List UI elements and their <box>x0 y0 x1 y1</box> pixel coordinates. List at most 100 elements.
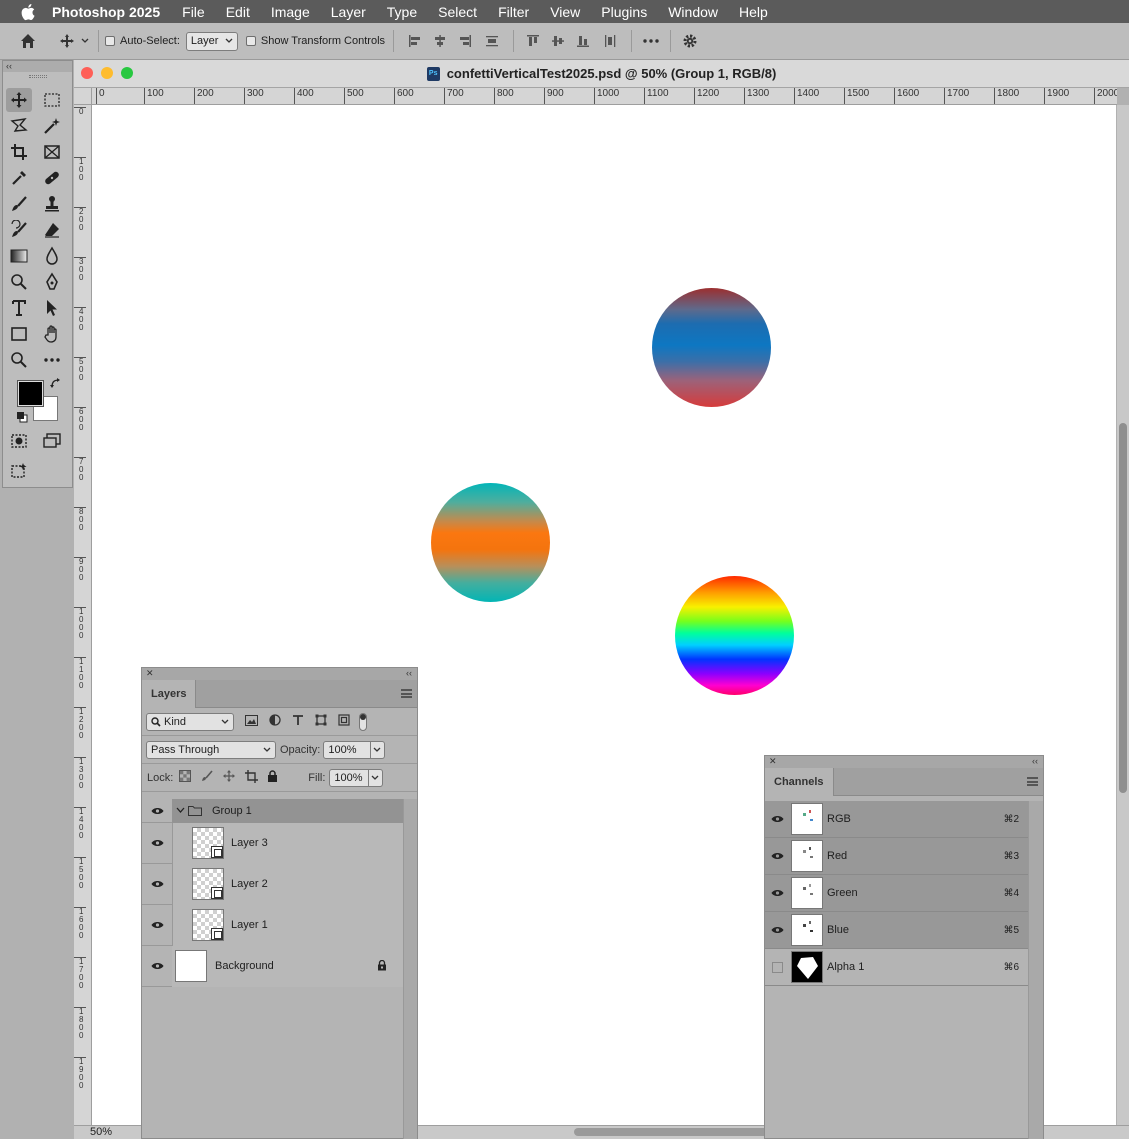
align-right-icon[interactable] <box>452 29 477 53</box>
align-left-icon[interactable] <box>402 29 427 53</box>
horizontal-scrollbar-thumb[interactable] <box>574 1128 774 1136</box>
channel-row[interactable]: Green ⌘4 <box>765 875 1028 912</box>
distribute-vertical-icon[interactable] <box>595 29 625 53</box>
menu-edit[interactable]: Edit <box>226 4 250 20</box>
fill-input[interactable]: 100% <box>329 768 370 787</box>
eye-icon[interactable] <box>765 851 789 861</box>
horizontal-ruler[interactable]: 0 100 200 300 400 500 600 700 800 900 10… <box>92 88 1117 105</box>
default-colors-icon[interactable] <box>16 411 28 423</box>
layer-row-body[interactable]: Background <box>172 945 403 987</box>
collapse-icon[interactable]: ‹‹ <box>3 61 72 72</box>
filter-kind-dropdown[interactable]: Kind <box>146 712 234 731</box>
distribute-horizontal-icon[interactable] <box>477 29 507 53</box>
eye-icon[interactable] <box>142 799 172 823</box>
menu-help[interactable]: Help <box>739 4 768 20</box>
hand-tool-icon[interactable] <box>39 322 65 346</box>
rectangle-tool-icon[interactable] <box>6 322 32 346</box>
panel-menu-icon[interactable] <box>401 689 412 698</box>
quick-mask-icon[interactable] <box>6 429 32 453</box>
document-title-bar[interactable]: Ps confettiVerticalTest2025.psd @ 50% (G… <box>74 60 1129 88</box>
zoom-window-button[interactable] <box>121 67 133 79</box>
panel-menu-icon[interactable] <box>1027 777 1038 786</box>
group-row-body[interactable]: Group 1 <box>172 798 403 823</box>
lock-image-pixels-icon[interactable] <box>201 770 213 785</box>
adjustment-layer-filter-icon[interactable] <box>269 714 281 729</box>
lasso-tool-icon[interactable] <box>6 114 32 138</box>
gradient-tool-icon[interactable] <box>6 244 32 268</box>
brush-tool-icon[interactable] <box>6 192 32 216</box>
magic-wand-tool-icon[interactable] <box>39 114 65 138</box>
menu-image[interactable]: Image <box>271 4 310 20</box>
align-bottom-icon[interactable] <box>570 29 595 53</box>
ruler-origin[interactable] <box>74 88 92 105</box>
align-horizontal-center-icon[interactable] <box>427 29 452 53</box>
blur-tool-icon[interactable] <box>39 244 65 268</box>
type-layer-filter-icon[interactable] <box>292 714 304 729</box>
layer-row-body[interactable]: Layer 2 <box>172 863 403 905</box>
clone-stamp-tool-icon[interactable] <box>39 192 65 216</box>
more-options-icon[interactable] <box>638 29 664 53</box>
lock-position-icon[interactable] <box>223 770 236 785</box>
confetti-circle-rainbow[interactable] <box>675 576 794 695</box>
smart-object-filter-icon[interactable] <box>338 714 350 729</box>
healing-brush-tool-icon[interactable] <box>39 166 65 190</box>
swap-colors-icon[interactable] <box>50 378 62 390</box>
eye-icon[interactable] <box>765 925 789 935</box>
eye-icon[interactable] <box>765 814 789 824</box>
frame-tool-icon[interactable] <box>39 140 65 164</box>
channels-scrollbar[interactable] <box>1028 801 1043 1139</box>
layer-row[interactable]: Layer 1 <box>142 904 403 946</box>
confetti-circle-blue[interactable] <box>652 288 771 407</box>
menu-select[interactable]: Select <box>438 4 477 20</box>
path-selection-tool-icon[interactable] <box>39 296 65 320</box>
eyedropper-tool-icon[interactable] <box>6 166 32 190</box>
menu-file[interactable]: File <box>182 4 205 20</box>
layer-row[interactable]: Layer 2 <box>142 863 403 905</box>
type-tool-icon[interactable] <box>6 296 32 320</box>
lock-icon[interactable] <box>377 959 387 974</box>
channel-row[interactable]: RGB ⌘2 <box>765 801 1028 838</box>
channel-row[interactable]: Alpha 1 ⌘6 <box>765 949 1028 986</box>
dodge-tool-icon[interactable] <box>6 270 32 294</box>
eye-icon[interactable] <box>142 905 172 946</box>
layer-row-background[interactable]: Background <box>142 945 403 987</box>
channel-row[interactable]: Blue ⌘5 <box>765 912 1028 949</box>
visibility-toggle[interactable] <box>765 961 789 973</box>
edit-toolbar-icon[interactable] <box>39 348 65 372</box>
eye-icon[interactable] <box>142 864 172 905</box>
confetti-circle-orange[interactable] <box>431 483 550 602</box>
shape-layer-filter-icon[interactable] <box>315 714 327 729</box>
eye-icon[interactable] <box>765 888 789 898</box>
lock-all-icon[interactable] <box>267 770 278 785</box>
align-top-icon[interactable] <box>520 29 545 53</box>
eye-icon[interactable] <box>142 946 172 987</box>
tab-layers[interactable]: Layers <box>142 680 197 708</box>
filter-toggle-switch[interactable] <box>359 712 367 731</box>
gear-icon[interactable] <box>677 29 703 53</box>
apple-icon[interactable] <box>20 3 38 21</box>
layer-row[interactable]: Layer 3 <box>142 822 403 864</box>
zoom-level[interactable]: 50% <box>90 1126 112 1138</box>
move-tool-preset-icon[interactable] <box>56 29 78 53</box>
opacity-slider-button[interactable] <box>371 740 386 759</box>
screen-mode-icon[interactable] <box>39 429 65 453</box>
collapse-panel-icon[interactable]: ‹‹ <box>406 668 412 679</box>
minimize-window-button[interactable] <box>101 67 113 79</box>
crop-tool-icon[interactable] <box>6 140 32 164</box>
menu-view[interactable]: View <box>550 4 580 20</box>
menu-plugins[interactable]: Plugins <box>601 4 647 20</box>
layer-row-group[interactable]: Group 1 <box>142 798 403 823</box>
lock-transparent-pixels-icon[interactable] <box>179 770 192 785</box>
menu-layer[interactable]: Layer <box>331 4 366 20</box>
close-panel-icon[interactable]: ✕ <box>146 668 154 679</box>
zoom-tool-icon[interactable] <box>6 348 32 372</box>
close-panel-icon[interactable]: ✕ <box>769 756 777 767</box>
menu-filter[interactable]: Filter <box>498 4 529 20</box>
scrollbar-thumb[interactable] <box>1119 423 1127 793</box>
show-transform-checkbox[interactable] <box>245 36 256 46</box>
pixel-layer-filter-icon[interactable] <box>245 714 258 729</box>
pen-tool-icon[interactable] <box>39 270 65 294</box>
history-brush-tool-icon[interactable] <box>6 218 32 242</box>
app-name[interactable]: Photoshop 2025 <box>52 4 160 20</box>
chevron-down-icon[interactable] <box>78 29 92 53</box>
